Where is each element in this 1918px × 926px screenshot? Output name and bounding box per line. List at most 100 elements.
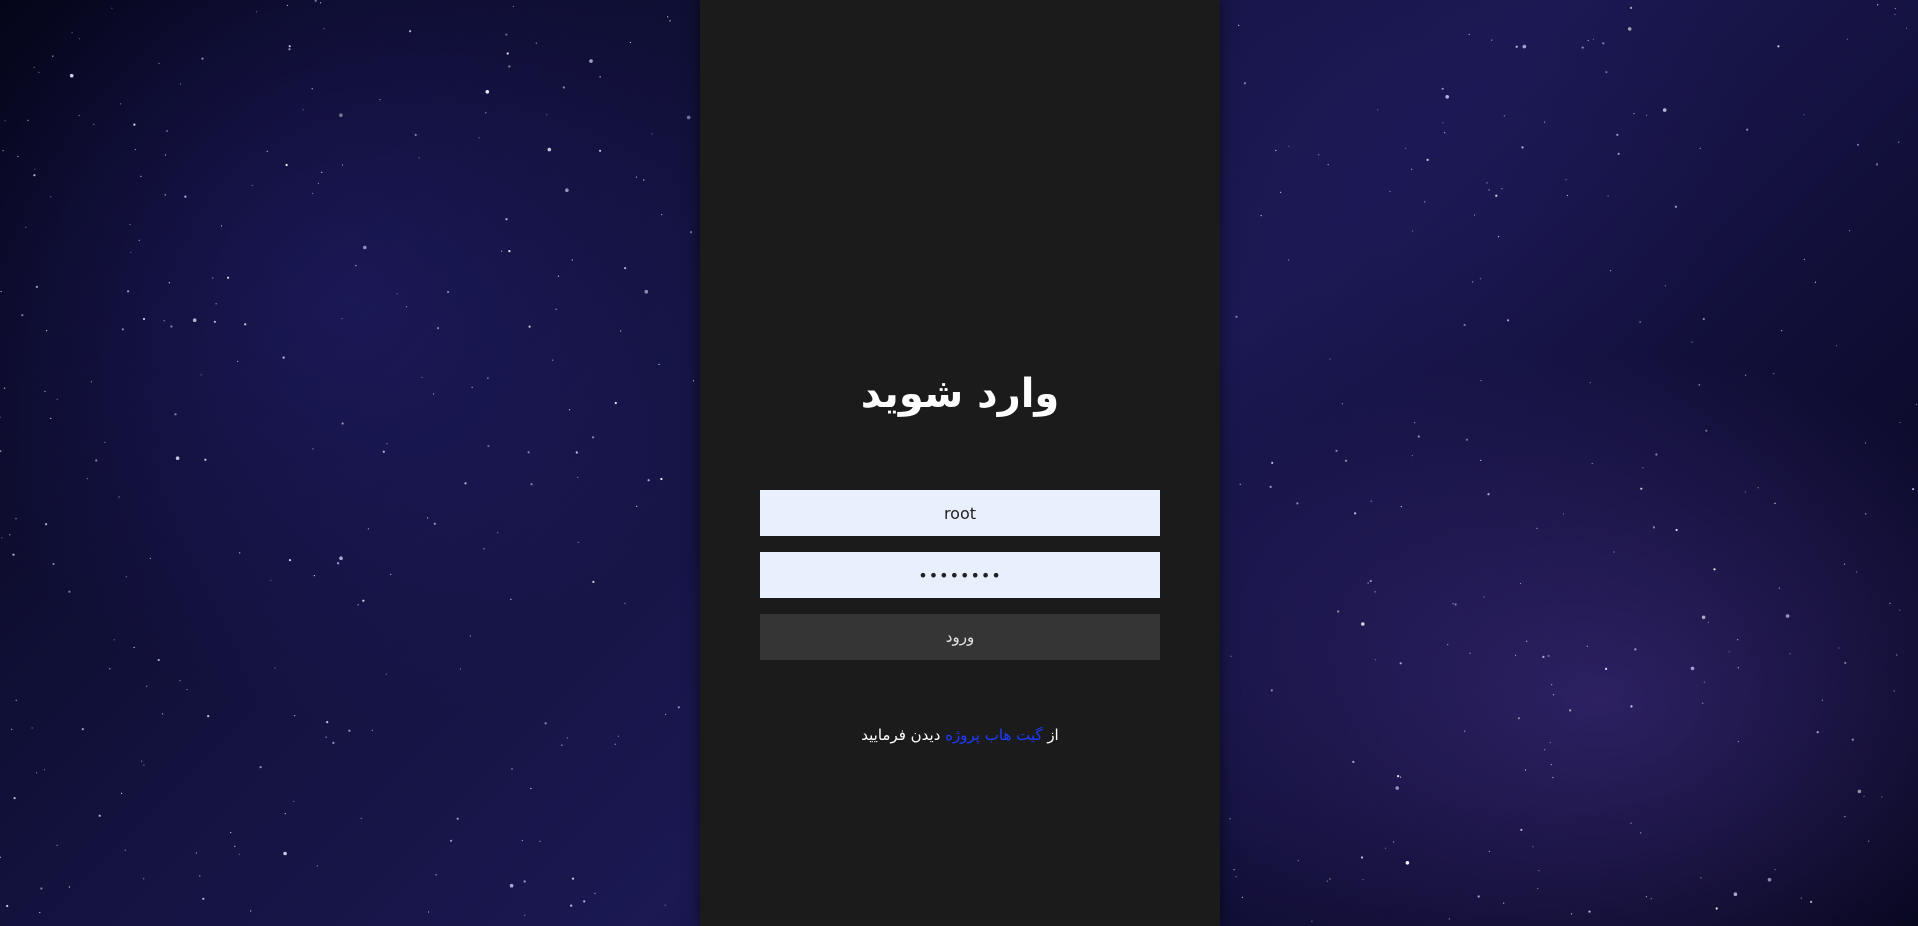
star xyxy=(664,904,666,906)
star xyxy=(1881,796,1883,798)
star xyxy=(505,33,508,36)
star xyxy=(332,741,335,745)
login-button[interactable]: ورود xyxy=(760,614,1160,660)
star xyxy=(1613,551,1615,553)
star xyxy=(36,772,38,774)
star xyxy=(227,276,230,279)
star xyxy=(1288,145,1290,147)
star xyxy=(552,359,554,361)
star xyxy=(158,62,160,64)
star xyxy=(577,541,579,543)
star xyxy=(237,360,239,362)
star xyxy=(1405,861,1410,865)
star xyxy=(201,57,204,60)
star xyxy=(508,250,511,253)
star xyxy=(141,760,143,762)
star xyxy=(21,314,24,317)
username-input[interactable] xyxy=(760,490,1160,536)
star xyxy=(1581,46,1584,49)
star xyxy=(1230,655,1232,657)
star xyxy=(1616,133,1619,136)
star xyxy=(546,114,548,116)
star xyxy=(1865,513,1867,515)
star xyxy=(614,743,616,745)
star xyxy=(1507,319,1510,322)
star xyxy=(1633,113,1635,115)
star xyxy=(379,99,381,101)
star xyxy=(427,911,430,913)
star xyxy=(367,528,369,530)
star xyxy=(1745,374,1747,376)
star xyxy=(665,713,667,716)
star xyxy=(478,137,480,139)
star xyxy=(284,813,286,815)
star xyxy=(104,441,106,443)
star xyxy=(1713,568,1716,571)
star xyxy=(1480,380,1482,382)
star xyxy=(1803,114,1805,116)
star xyxy=(1778,587,1780,589)
star xyxy=(1646,114,1648,116)
star xyxy=(1411,168,1413,170)
star xyxy=(283,851,287,856)
star xyxy=(1898,141,1900,143)
footer-note: از گیت هاب پروژه دیدن فرمایید xyxy=(700,726,1220,744)
star xyxy=(38,71,40,73)
star xyxy=(524,914,526,917)
star xyxy=(1532,846,1534,848)
star xyxy=(1397,775,1400,778)
star xyxy=(1526,640,1528,642)
star xyxy=(1777,45,1780,48)
star xyxy=(250,910,252,912)
star xyxy=(6,904,9,908)
star xyxy=(409,30,412,33)
star xyxy=(1329,358,1331,360)
star xyxy=(33,66,35,68)
star xyxy=(1479,278,1481,280)
star xyxy=(660,477,663,481)
star xyxy=(1701,615,1706,620)
star xyxy=(414,133,417,136)
password-input[interactable] xyxy=(760,552,1160,598)
star xyxy=(125,576,127,578)
star xyxy=(570,904,573,907)
star xyxy=(555,308,557,310)
star xyxy=(1785,614,1790,618)
star xyxy=(1463,323,1466,327)
star xyxy=(1454,603,1457,606)
star xyxy=(620,330,622,332)
star xyxy=(192,318,197,323)
star xyxy=(624,602,626,605)
star xyxy=(1354,512,1357,515)
star xyxy=(1229,818,1231,820)
star xyxy=(1537,887,1539,890)
star xyxy=(1675,528,1678,532)
star xyxy=(162,713,164,715)
star xyxy=(0,416,1,418)
star xyxy=(234,845,236,848)
star xyxy=(314,0,317,2)
star xyxy=(1650,898,1652,900)
star xyxy=(1893,690,1895,692)
star xyxy=(44,390,46,393)
star xyxy=(134,148,136,151)
star xyxy=(86,478,88,480)
star xyxy=(360,817,362,819)
star xyxy=(456,817,459,820)
star xyxy=(220,225,223,227)
github-project-link[interactable]: گیت هاب پروژه xyxy=(945,726,1042,744)
star xyxy=(1241,896,1243,899)
star xyxy=(651,133,653,135)
star xyxy=(485,90,490,94)
star xyxy=(1844,816,1846,818)
star xyxy=(506,52,509,55)
star xyxy=(677,706,680,709)
star xyxy=(1617,152,1620,155)
star xyxy=(259,766,262,769)
star xyxy=(316,865,318,867)
star xyxy=(571,877,575,880)
star xyxy=(1519,582,1522,585)
star xyxy=(617,735,620,737)
star xyxy=(56,398,58,400)
star xyxy=(138,239,140,241)
